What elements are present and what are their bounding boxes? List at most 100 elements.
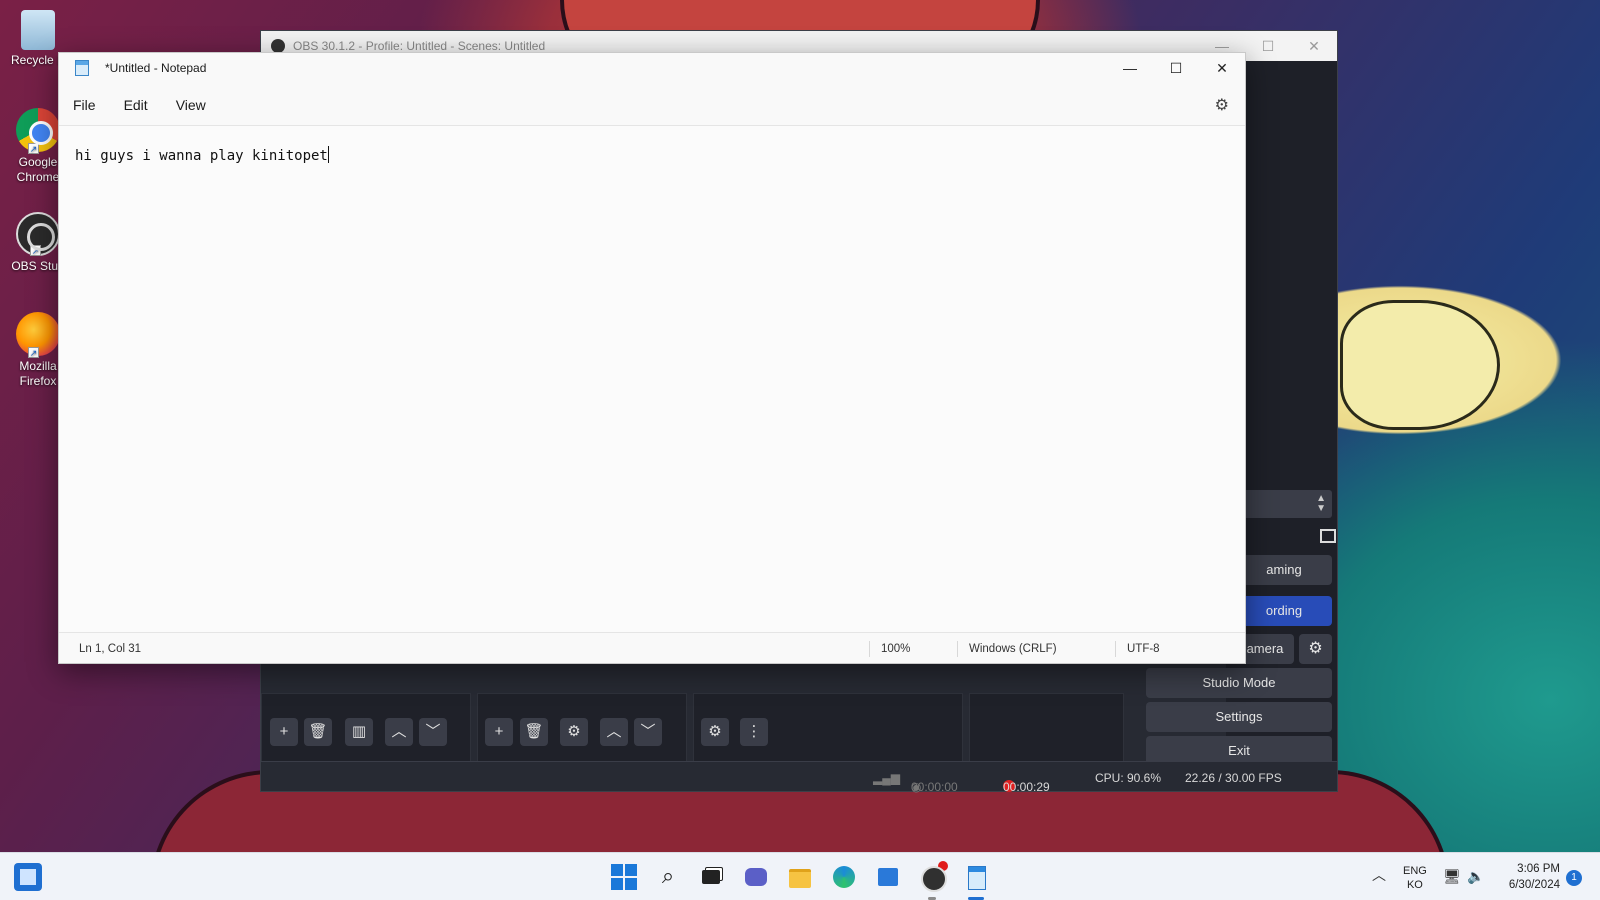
chrome-icon: ↗	[16, 108, 60, 154]
notepad-menubar: File Edit View ⚙	[59, 83, 1245, 127]
clock-time: 3:06 PM	[1517, 863, 1560, 875]
signal-bars-icon: ▂▄▆	[873, 771, 900, 785]
cursor-position: Ln 1, Col 31	[79, 643, 142, 655]
zoom-level: 100%	[881, 643, 911, 655]
windows-logo-icon	[625, 864, 637, 876]
recording-time-value: 00:00:29	[1003, 780, 1050, 794]
chevron-down-icon: ﹀	[640, 723, 656, 740]
meet-now-button[interactable]	[742, 863, 770, 891]
cpu-usage: CPU: 90.6%	[1095, 771, 1162, 785]
audio-advanced-settings-button[interactable]: ⚙	[701, 718, 729, 746]
filter-icon: ▥	[351, 723, 367, 740]
clock-date: 6/30/2024	[1508, 879, 1560, 891]
shortcut-arrow-icon: ↗	[30, 245, 41, 256]
gears-icon: ⚙	[708, 723, 722, 740]
notepad-icon	[75, 60, 89, 76]
status-separator	[869, 641, 870, 657]
notepad-text-area[interactable]: hi guys i wanna play kinitopet	[59, 125, 1245, 633]
menu-view[interactable]: View	[176, 97, 206, 113]
line-ending: Windows (CRLF)	[969, 643, 1057, 655]
virtual-camera-settings-button[interactable]: ⚙	[1299, 634, 1332, 664]
audio-mixer-menu-button[interactable]: ⋮	[740, 718, 768, 746]
chevron-up-icon: ︿	[606, 723, 622, 740]
add-scene-button[interactable]: +	[270, 718, 298, 746]
chevron-down-icon: ﹀	[425, 723, 441, 740]
start-button[interactable]	[610, 863, 638, 891]
start-streaming-button[interactable]: aming	[1236, 555, 1332, 585]
encoding: UTF-8	[1127, 643, 1160, 655]
notepad-titlebar[interactable]: *Untitled - Notepad — ☐ ✕	[59, 53, 1245, 83]
move-scene-up-button[interactable]: ︿	[385, 718, 413, 746]
maximize-button[interactable]: ☐	[1245, 38, 1291, 55]
gear-icon: ⚙	[1308, 640, 1323, 657]
plus-icon: +	[494, 723, 504, 740]
shortcut-arrow-icon: ↗	[28, 143, 39, 154]
studio-mode-button[interactable]: Studio Mode	[1146, 668, 1332, 698]
chevron-up-icon: ︿	[391, 723, 407, 740]
close-button[interactable]: ✕	[1199, 53, 1245, 83]
language-code: ENG	[1403, 865, 1427, 877]
obs-icon: ↗	[16, 212, 60, 256]
trash-icon: 🗑	[524, 723, 544, 740]
search-icon: ⌕	[661, 863, 675, 888]
notepad-window-title: *Untitled - Notepad	[105, 61, 207, 75]
obs-window-title: OBS 30.1.2 - Profile: Untitled - Scenes:…	[293, 39, 546, 53]
minimize-button[interactable]: —	[1107, 53, 1153, 83]
obs-status-bar: ▂▄▆ ◉ 00:00:00 00:00:29 CPU: 90.6% 22.26…	[261, 761, 1337, 794]
move-scene-down-button[interactable]: ﹀	[419, 718, 447, 746]
trash-icon: 🗑	[308, 723, 328, 740]
menu-file[interactable]: File	[73, 97, 96, 113]
close-button[interactable]: ✕	[1291, 38, 1337, 55]
obs-transition-dropdown[interactable]: ▲ ▼	[1236, 490, 1332, 518]
source-properties-button[interactable]: ⚙	[560, 718, 588, 746]
plus-icon: +	[279, 723, 289, 740]
notepad-taskbar-button[interactable]	[962, 863, 990, 891]
stream-time-value: 00:00:00	[911, 780, 958, 794]
settings-gear-icon[interactable]: ⚙	[1215, 95, 1229, 115]
move-source-down-button[interactable]: ﹀	[634, 718, 662, 746]
task-view-button[interactable]	[698, 863, 726, 891]
input-method: KO	[1406, 879, 1423, 891]
menu-edit[interactable]: Edit	[124, 97, 148, 113]
notepad-status-bar: Ln 1, Col 31 100% Windows (CRLF) UTF-8	[59, 635, 1245, 663]
remove-source-button[interactable]: 🗑	[520, 718, 548, 746]
language-indicator[interactable]: ENG KO	[1403, 864, 1427, 892]
obs-logo-icon	[271, 39, 285, 53]
move-source-up-button[interactable]: ︿	[600, 718, 628, 746]
microsoft-store-button[interactable]	[874, 863, 902, 891]
maximize-button[interactable]: ☐	[1153, 53, 1199, 83]
status-separator	[1115, 641, 1116, 657]
more-vertical-icon: ⋮	[746, 723, 762, 740]
text-caret	[327, 146, 329, 163]
volume-icon[interactable]: 🔈	[1467, 867, 1485, 885]
notification-badge[interactable]: 1	[1566, 870, 1582, 886]
network-icon[interactable]: 🖥	[1443, 867, 1461, 885]
status-separator	[957, 641, 958, 657]
scene-filters-button[interactable]: ▥	[345, 718, 373, 746]
edge-button[interactable]	[830, 863, 858, 891]
widgets-button[interactable]	[14, 863, 42, 891]
notepad-content: hi guys i wanna play kinitopet	[75, 146, 329, 164]
windows-logo-icon	[611, 878, 623, 890]
search-button[interactable]: ⌕	[654, 863, 682, 891]
fps-readout: 22.26 / 30.00 FPS	[1185, 771, 1282, 785]
notepad-text: hi guys i wanna play kinitopet	[75, 148, 328, 164]
settings-button[interactable]: Settings	[1146, 702, 1332, 732]
windows-logo-icon	[625, 878, 637, 890]
windows-logo-icon	[611, 864, 623, 876]
add-source-button[interactable]: +	[485, 718, 513, 746]
shortcut-arrow-icon: ↗	[28, 347, 39, 358]
remove-scene-button[interactable]: 🗑	[304, 718, 332, 746]
spinner-arrows-icon: ▲ ▼	[1316, 493, 1326, 514]
gear-icon: ⚙	[567, 723, 581, 740]
taskbar: ⌕ ︿ ENG KO 🖥 🔈 3:06 PM 6/30/2024 1	[0, 852, 1600, 900]
chevron-up-icon: ︿	[1372, 867, 1386, 883]
stop-recording-button[interactable]: ording	[1236, 596, 1332, 626]
recycle-bin-icon	[21, 10, 55, 50]
notepad-window: *Untitled - Notepad — ☐ ✕ File Edit View…	[58, 52, 1246, 664]
undock-icon[interactable]	[1320, 529, 1336, 543]
file-explorer-button[interactable]	[786, 863, 814, 891]
clock[interactable]: 3:06 PM 6/30/2024	[1496, 861, 1560, 893]
show-hidden-icons-button[interactable]: ︿	[1372, 865, 1386, 885]
obs-taskbar-button[interactable]	[918, 861, 948, 892]
